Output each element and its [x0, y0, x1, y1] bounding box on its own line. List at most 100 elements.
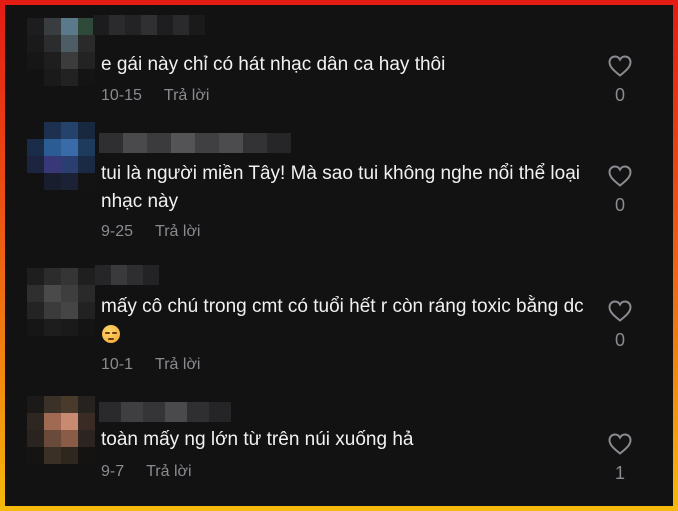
avatar-pixel [61, 447, 78, 464]
avatar[interactable] [27, 122, 95, 190]
reply-button[interactable]: Trả lời [155, 223, 200, 241]
avatar-pixel [44, 302, 61, 319]
username-pixel [147, 133, 171, 153]
like-count: 0 [614, 195, 625, 215]
avatar-pixel [44, 139, 61, 156]
avatar-pixel [61, 173, 78, 190]
username-pixel [143, 402, 165, 422]
comment-date: 9-25 [101, 223, 134, 240]
username-pixel [267, 133, 291, 153]
reply-button[interactable]: Trả lời [164, 87, 209, 105]
comment-date: 10-15 [101, 87, 142, 104]
avatar-pixel [78, 319, 95, 336]
avatar-pixel [44, 52, 61, 69]
avatar-pixel [61, 285, 78, 302]
comment-date: 10-1 [101, 356, 134, 373]
username-pixel [173, 15, 189, 35]
avatar[interactable] [27, 268, 95, 336]
comment-date: 9-7 [101, 463, 125, 480]
pensive-face-emoji-icon [102, 325, 120, 343]
username-blurred[interactable] [95, 265, 159, 285]
like-button[interactable]: 0 [605, 165, 635, 216]
avatar-pixel [78, 396, 95, 413]
avatar-pixel [44, 396, 61, 413]
avatar-pixel [78, 285, 95, 302]
avatar-pixel [27, 268, 44, 285]
avatar-pixel [27, 139, 44, 156]
username-pixel [189, 15, 205, 35]
avatar-pixel [27, 396, 44, 413]
username-pixel [143, 265, 159, 285]
username-pixel [127, 265, 143, 285]
avatar-pixel [78, 430, 95, 447]
username-pixel [165, 402, 187, 422]
avatar-pixel [44, 285, 61, 302]
comment-meta: 9-25 Trả lời [101, 223, 200, 241]
avatar-pixel [44, 35, 61, 52]
reply-button[interactable]: Trả lời [146, 463, 191, 481]
reply-button[interactable]: Trả lời [155, 356, 200, 374]
avatar-pixel [61, 52, 78, 69]
comment-text: tui là người miền Tây! Mà sao tui không … [101, 163, 580, 212]
avatar-pixel [27, 18, 44, 35]
comment-meta: 10-15 Trả lời [101, 87, 209, 105]
like-button[interactable]: 1 [605, 433, 635, 484]
avatar-pixel [78, 139, 95, 156]
username-pixel [219, 133, 243, 153]
avatar-pixel [61, 122, 78, 139]
avatar-pixel [78, 302, 95, 319]
avatar-pixel [78, 52, 95, 69]
like-count: 0 [614, 330, 625, 350]
username-pixel [141, 15, 157, 35]
like-button[interactable]: 0 [605, 300, 635, 351]
username-pixel [187, 402, 209, 422]
avatar-pixel [61, 302, 78, 319]
comment-list: e gái này chỉ có hát nhạc dân ca hay thô… [5, 5, 673, 506]
avatar-pixel [61, 69, 78, 86]
username-blurred[interactable] [93, 15, 205, 35]
comment-text-content: mấy cô chú trong cmt có tuổi hết r còn r… [101, 296, 584, 317]
username-pixel [109, 15, 125, 35]
avatar-pixel [61, 156, 78, 173]
username-pixel [157, 15, 173, 35]
avatar-pixel [78, 35, 95, 52]
avatar-pixel [27, 447, 44, 464]
avatar-pixel [27, 430, 44, 447]
avatar-pixel [44, 319, 61, 336]
avatar-pixel [27, 35, 44, 52]
screenshot-frame: e gái này chỉ có hát nhạc dân ca hay thô… [0, 0, 678, 511]
avatar-pixel [44, 413, 61, 430]
username-pixel [125, 15, 141, 35]
avatar[interactable] [27, 18, 95, 86]
comment-meta: 10-1 Trả lời [101, 356, 200, 374]
comment-text: toàn mấy ng lớn từ trên núi xuống hả [101, 429, 414, 450]
avatar-pixel [27, 285, 44, 302]
username-pixel [195, 133, 219, 153]
avatar-pixel [78, 69, 95, 86]
like-button[interactable]: 0 [605, 55, 635, 106]
avatar[interactable] [27, 396, 95, 464]
avatar-pixel [78, 268, 95, 285]
avatar-pixel [27, 173, 44, 190]
avatar-pixel [44, 156, 61, 173]
avatar-pixel [27, 319, 44, 336]
username-pixel [99, 133, 123, 153]
avatar-pixel [44, 430, 61, 447]
username-blurred[interactable] [99, 133, 291, 153]
avatar-pixel [78, 413, 95, 430]
username-pixel [95, 265, 111, 285]
comment-meta: 9-7 Trả lời [101, 463, 192, 481]
avatar-pixel [44, 173, 61, 190]
avatar-pixel [44, 268, 61, 285]
avatar-pixel [27, 156, 44, 173]
username-pixel [121, 402, 143, 422]
username-blurred[interactable] [99, 402, 231, 422]
avatar-pixel [61, 139, 78, 156]
avatar-pixel [27, 69, 44, 86]
avatar-pixel [78, 122, 95, 139]
heart-outline-icon [608, 300, 632, 322]
heart-outline-icon [608, 55, 632, 77]
avatar-pixel [78, 173, 95, 190]
heart-outline-icon [608, 165, 632, 187]
username-pixel [243, 133, 267, 153]
